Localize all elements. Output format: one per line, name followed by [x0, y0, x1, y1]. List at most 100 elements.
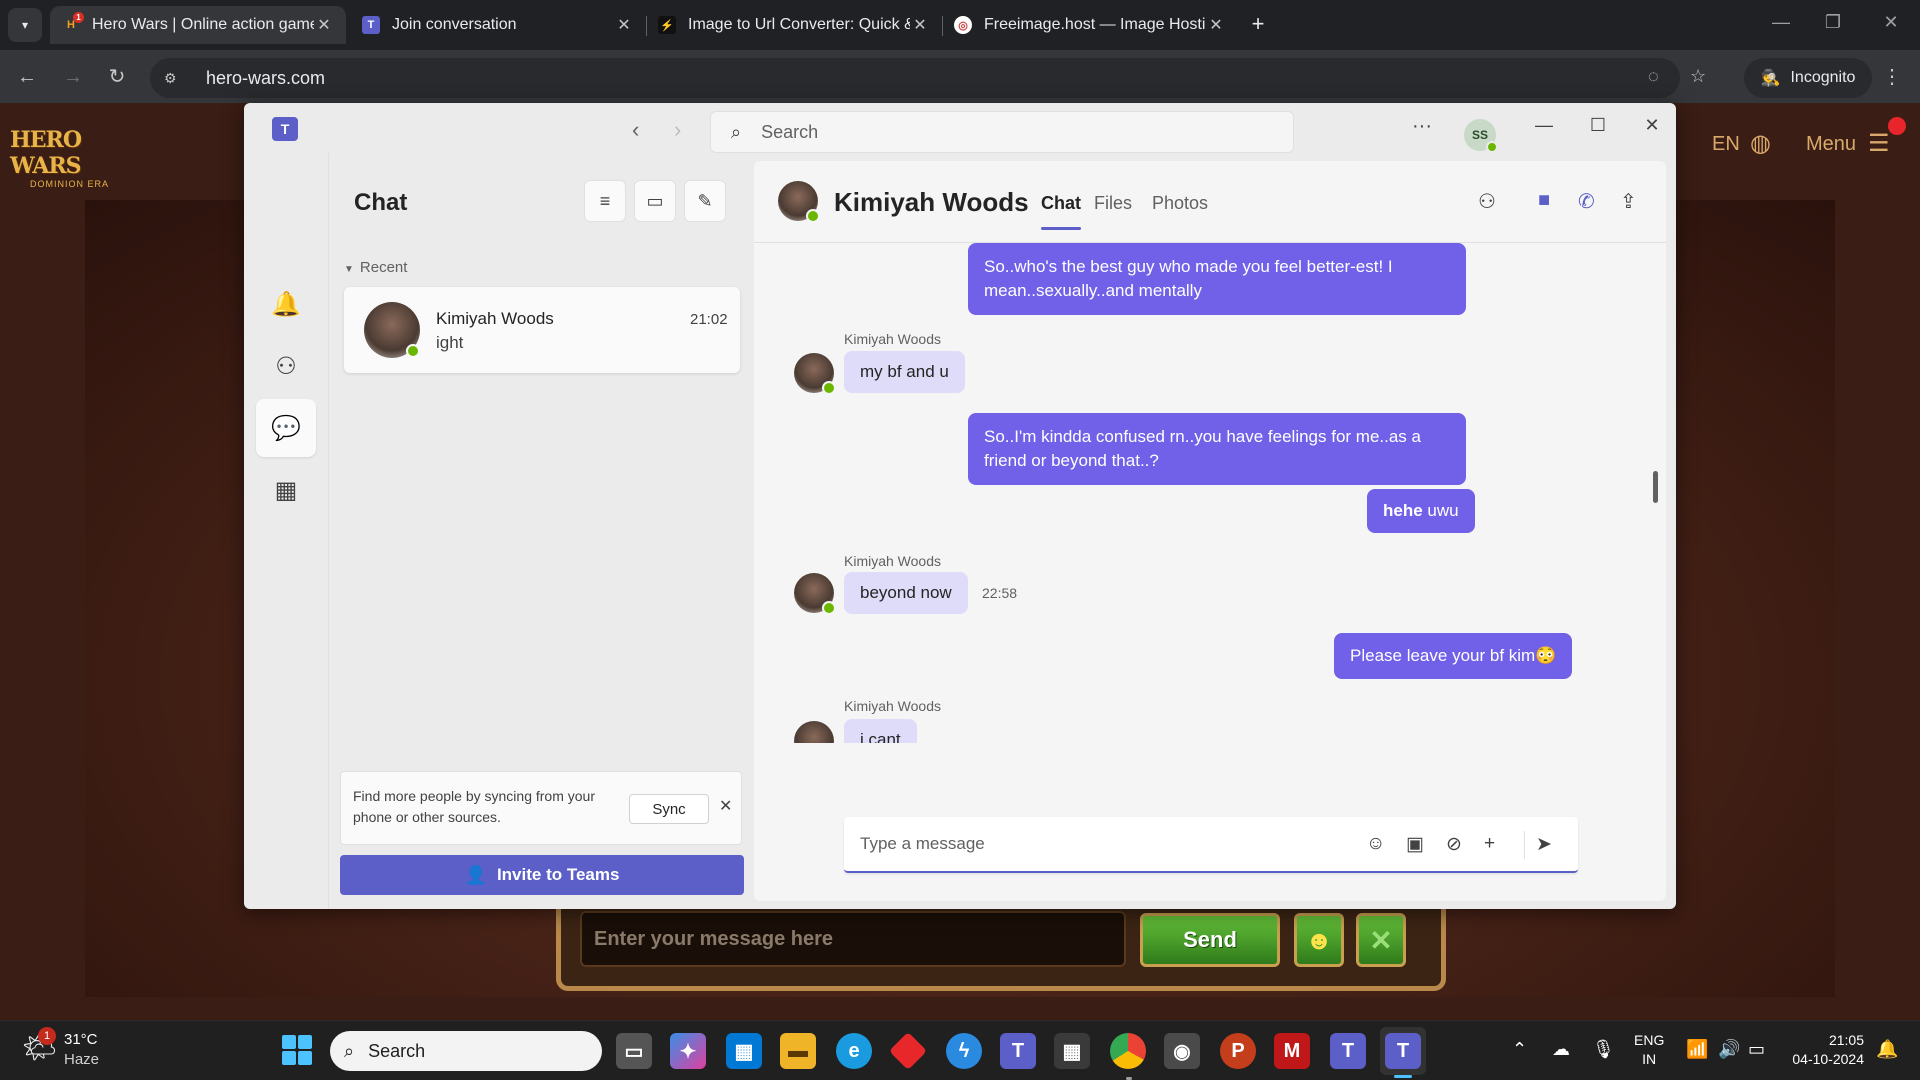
close-tab-icon[interactable]: ✕ [910, 15, 930, 35]
edge-icon[interactable]: e [836, 1033, 872, 1069]
volume-icon[interactable]: 🔊 [1718, 1039, 1740, 1060]
windows-start-icon[interactable] [282, 1035, 312, 1065]
tab-hero-wars[interactable]: H1 Hero Wars | Online action game ✕ [50, 6, 346, 44]
close-tab-icon[interactable]: ✕ [1206, 15, 1226, 35]
tab-image-url-converter[interactable]: ⚡ Image to Url Converter: Quick & ✕ [646, 6, 942, 44]
chat-contact-name[interactable]: Kimiyah Woods [834, 187, 1029, 218]
copilot-icon[interactable]: ✦ [670, 1033, 706, 1069]
new-chat-compose-icon[interactable]: ✎ [684, 180, 726, 222]
image-icon[interactable]: ▣ [1406, 833, 1424, 856]
more-options-icon[interactable]: ··· [1412, 115, 1432, 138]
game-smiley-icon[interactable]: ☻ [1294, 913, 1344, 967]
message-received[interactable]: i cant [844, 719, 917, 743]
weather-temperature[interactable]: 31°C [64, 1031, 98, 1048]
task-view-icon[interactable]: ▭ [616, 1033, 652, 1069]
sender-avatar[interactable] [794, 353, 836, 395]
tab-files[interactable]: Files [1094, 193, 1132, 214]
hamburger-icon[interactable]: ☰ [1868, 129, 1890, 158]
conversation-item[interactable]: Kimiyah Woods ight 21:02 [344, 287, 740, 373]
minimize-icon[interactable]: — [1766, 12, 1796, 33]
meet-now-video-icon[interactable]: ▭ [634, 180, 676, 222]
teams-personal-icon[interactable]: T [1385, 1033, 1421, 1069]
input-language[interactable]: ENG IN [1634, 1031, 1664, 1069]
teams-work-icon[interactable]: T [1000, 1033, 1036, 1069]
emoji-icon[interactable]: ☺ [1366, 833, 1385, 855]
tab-search-button[interactable]: ▾ [8, 8, 42, 42]
notifications-bell-icon[interactable]: 🔔 [1876, 1039, 1898, 1060]
camera-icon[interactable]: ◉ [1164, 1033, 1200, 1069]
cloud-offline-icon[interactable]: ☁ [1552, 1039, 1570, 1060]
hero-wars-logo[interactable]: HERO WARS DOMINION ERA [10, 127, 120, 189]
communities-icon[interactable]: ⚇ [256, 337, 316, 395]
dismiss-banner-icon[interactable]: ✕ [719, 796, 732, 816]
account-avatar[interactable]: SS [1464, 119, 1498, 153]
forward-arrow-icon[interactable]: › [674, 117, 681, 143]
clock[interactable]: 21:05 04-10-2024 [1786, 1031, 1864, 1069]
close-tab-icon[interactable]: ✕ [614, 15, 634, 35]
chat-nav-icon[interactable]: 💬 [256, 399, 316, 457]
battery-icon[interactable]: ▭ [1748, 1039, 1765, 1060]
attach-paperclip-icon[interactable]: ⊘ [1446, 833, 1462, 856]
mcafee-icon[interactable]: M [1274, 1033, 1310, 1069]
tab-photos[interactable]: Photos [1152, 193, 1208, 214]
compose-box[interactable]: Type a message ☺ ▣ ⊘ + ➤ [844, 817, 1578, 873]
teams-icon[interactable]: T [1330, 1033, 1366, 1069]
activity-bell-icon[interactable]: 🔔 [256, 275, 316, 333]
audio-call-icon[interactable]: ✆ [1578, 189, 1595, 214]
recent-section-header[interactable]: ▼ Recent [344, 259, 407, 276]
bookmark-star-icon[interactable]: ☆ [1690, 66, 1706, 87]
chrome-icon[interactable] [1110, 1033, 1146, 1069]
lightning-app-icon[interactable]: ϟ [946, 1033, 982, 1069]
sync-button[interactable]: Sync [629, 794, 709, 824]
close-window-icon[interactable]: ✕ [1876, 12, 1906, 33]
contact-avatar[interactable] [778, 181, 820, 223]
incognito-indicator[interactable]: 🕵 Incognito [1744, 58, 1872, 98]
weather-condition[interactable]: Haze [64, 1051, 99, 1068]
game-menu-label[interactable]: Menu [1806, 133, 1856, 156]
plus-icon[interactable]: + [1484, 833, 1495, 855]
close-window-icon[interactable]: ✕ [1640, 115, 1664, 136]
game-language[interactable]: EN [1712, 133, 1740, 156]
sender-avatar[interactable] [794, 573, 836, 615]
calendar-icon[interactable]: ▦ [256, 461, 316, 519]
video-call-icon[interactable]: ■ [1538, 189, 1550, 212]
filter-icon[interactable]: ≡ [584, 180, 626, 222]
message-sent[interactable]: So..who's the best guy who made you feel… [968, 243, 1466, 315]
store-icon[interactable]: ▦ [726, 1033, 762, 1069]
address-bar[interactable]: ⚙ hero-wars.com [150, 58, 1680, 98]
close-tab-icon[interactable]: ✕ [314, 15, 334, 35]
teams-search-input[interactable]: ⌕ Search [710, 111, 1294, 153]
message-sent[interactable]: hehe uwu [1367, 489, 1475, 533]
microphone-icon[interactable]: 🎙 [1592, 1039, 1615, 1060]
wifi-icon[interactable]: 📶 [1686, 1039, 1708, 1060]
calculator-icon[interactable]: ▦ [1054, 1033, 1090, 1069]
globe-icon[interactable]: ◍ [1750, 129, 1771, 158]
site-info-icon[interactable]: ⚙ [164, 70, 186, 87]
restore-icon[interactable]: ❐ [1818, 12, 1848, 33]
minimize-icon[interactable]: — [1532, 115, 1556, 136]
tab-chat[interactable]: Chat [1041, 193, 1081, 230]
back-arrow-icon[interactable]: ← [12, 62, 42, 92]
new-tab-plus-icon[interactable]: + [1244, 10, 1272, 38]
game-chat-input[interactable]: Enter your message here [580, 911, 1126, 967]
share-screen-icon[interactable]: ⇪ [1620, 189, 1637, 214]
browser-menu-icon[interactable]: ⋮ [1882, 64, 1902, 89]
scrollbar-thumb[interactable] [1653, 471, 1658, 503]
add-people-icon[interactable]: ⚇ [1478, 189, 1496, 214]
tab-join-conversation[interactable]: T Join conversation ✕ [350, 6, 646, 44]
maximize-icon[interactable]: ☐ [1586, 115, 1610, 136]
sender-avatar[interactable] [794, 721, 834, 743]
invite-to-teams-button[interactable]: 👤 Invite to Teams [340, 855, 744, 895]
send-icon[interactable]: ➤ [1536, 833, 1552, 856]
anydesk-icon[interactable] [888, 1031, 928, 1071]
message-list[interactable]: So..who's the best guy who made you feel… [754, 243, 1666, 743]
taskbar-search[interactable]: ⌕ Search [330, 1031, 602, 1071]
powerpoint-icon[interactable]: P [1220, 1033, 1256, 1069]
message-received[interactable]: my bf and u [844, 351, 965, 393]
back-arrow-icon[interactable]: ‹ [632, 117, 639, 143]
message-sent[interactable]: So..I'm kindda confused rn..you have fee… [968, 413, 1466, 485]
reload-icon[interactable]: ↻ [102, 62, 132, 92]
forward-arrow-icon[interactable]: → [58, 62, 88, 92]
game-send-button[interactable]: Send [1140, 913, 1280, 967]
eye-off-icon[interactable]: ◌ [1648, 66, 1659, 87]
